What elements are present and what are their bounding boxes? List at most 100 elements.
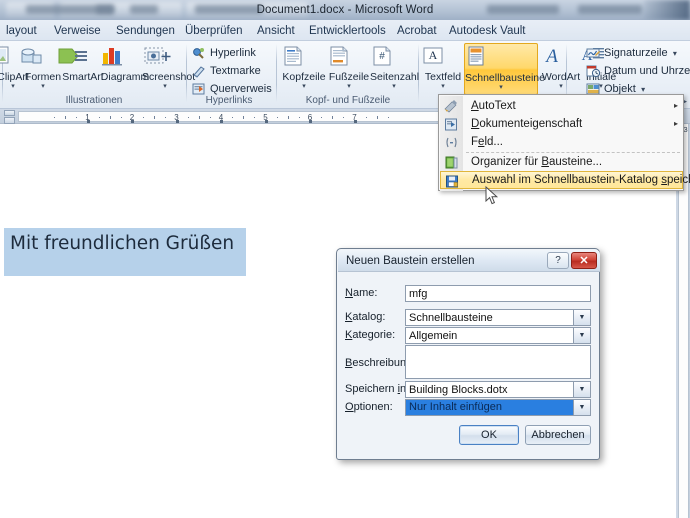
datetime-icon xyxy=(586,64,600,78)
ribbon-button-label: Datum und Uhrzeit xyxy=(604,65,690,77)
autotext-icon xyxy=(444,99,459,114)
browser-chrome-strip: Document1.docx - Microsoft Word xyxy=(0,0,690,20)
ribbon-button-signaturzeile[interactable]: Signaturzeile ▾ xyxy=(586,45,677,61)
ribbon-tab--berpr-fen[interactable]: Überprüfen xyxy=(179,20,249,41)
ribbon-button-label: Hyperlink xyxy=(210,47,256,59)
ruler-tab-stop[interactable] xyxy=(175,120,179,123)
ruler-tick xyxy=(276,117,278,118)
ruler-tick xyxy=(254,117,256,118)
name-input[interactable]: mfg xyxy=(405,285,591,302)
cancel-button[interactable]: Abbrechen xyxy=(525,425,591,445)
close-icon[interactable]: ✕ xyxy=(571,252,597,269)
indent-marker-bottom[interactable] xyxy=(4,117,15,124)
hyperlink-icon xyxy=(192,46,206,60)
help-icon[interactable]: ? xyxy=(547,252,569,269)
ruler-tick xyxy=(332,116,334,119)
chevron-down-icon: ▾ xyxy=(392,83,396,90)
ribbon-button-datum-uhrzeit[interactable]: Datum und Uhrzeit xyxy=(586,63,690,79)
menu-item-dokumenteigenschaft[interactable]: Dokumenteigenschaft ▸ xyxy=(440,115,684,133)
group-label-kopf-fusszeile: Kopf- und Fußzeile xyxy=(305,95,391,106)
menu-item-feld[interactable]: Feld... xyxy=(440,133,684,151)
docproperty-icon xyxy=(444,117,459,132)
ribbon-button-textfeld[interactable]: A Textfeld ▾ xyxy=(421,43,465,95)
ribbon-tab-ansicht[interactable]: Ansicht xyxy=(251,20,301,41)
quickparts-icon xyxy=(465,45,537,73)
kategorie-combo-value[interactable]: Allgemein xyxy=(405,327,574,344)
ruler-tick xyxy=(287,116,289,119)
crossreference-icon xyxy=(192,82,206,96)
chevron-down-icon: ▾ xyxy=(163,83,167,90)
optionen-combo-arrow[interactable]: ▼ xyxy=(574,399,591,416)
bookmark-icon xyxy=(192,64,206,78)
ruler-tick xyxy=(187,117,189,118)
ruler-tick xyxy=(365,117,367,118)
optionen-combo[interactable]: Nur Inhalt einfügen xyxy=(405,399,574,416)
ribbon-tab-bar: layout Verweise Sendungen Überprüfen Ansicht… xyxy=(0,20,690,41)
ribbon-tab-autodesk-vault[interactable]: Autodesk Vault xyxy=(443,20,532,41)
field-label-katalog: Katalog: xyxy=(345,311,386,323)
chevron-down-icon: ▾ xyxy=(638,85,646,94)
ribbon-button-label: Screenshot xyxy=(142,71,196,83)
ribbon-tab-verweise[interactable]: Verweise xyxy=(48,20,107,41)
ribbon-button-schnellbausteine[interactable]: Schnellbausteine ▾ xyxy=(464,43,545,95)
quickparts-dropdown-menu[interactable]: AutoText ▸ Dokumenteigenschaft ▸ Feld... xyxy=(438,94,690,191)
ribbon-button-kopfzeile[interactable]: Kopfzeile ▾ xyxy=(281,43,327,95)
ruler-tick xyxy=(76,117,78,118)
katalog-combo-value[interactable]: Schnellbausteine xyxy=(405,309,574,326)
indent-marker-top[interactable] xyxy=(4,110,15,116)
ruler-tick xyxy=(232,117,234,118)
group-label-hyperlinks: Hyperlinks xyxy=(205,95,253,106)
ribbon-button-seitenzahl[interactable]: # Seitenzahl ▾ xyxy=(370,43,420,95)
field-label-kategorie: Kategorie: xyxy=(345,329,396,341)
field-label-speichern-in: Speichern in: xyxy=(345,383,409,395)
menu-item-organizer[interactable]: Organizer für Bausteine... xyxy=(440,153,684,171)
ruler-tick xyxy=(65,116,67,119)
ruler-tab-stop[interactable] xyxy=(220,120,223,123)
ruler-tab-stop[interactable] xyxy=(86,120,90,123)
ruler-tick xyxy=(343,117,345,118)
kategorie-combo-arrow[interactable]: ▼ xyxy=(574,327,591,344)
chevron-down-icon: ▾ xyxy=(499,84,503,91)
ruler-tick xyxy=(165,117,167,118)
save-selection-icon xyxy=(445,174,460,189)
svg-text:A: A xyxy=(544,46,558,67)
speichern-in-combo-value[interactable]: Building Blocks.dotx xyxy=(405,381,574,398)
menu-item-auswahl-speichern[interactable]: Auswahl im Schnellbaustein-Katalog speic… xyxy=(440,171,690,189)
field-label-optionen: Optionen: xyxy=(345,401,393,413)
header-icon xyxy=(281,44,327,72)
dialog-title-bar[interactable]: Neuen Baustein erstellen ? ✕ xyxy=(338,250,600,272)
katalog-combo-arrow[interactable]: ▼ xyxy=(574,309,591,326)
ribbon-button-fusszeile[interactable]: Fußzeile ▾ xyxy=(327,43,371,95)
ribbon-button-screenshot[interactable]: Screenshot ▾ xyxy=(142,43,196,95)
menu-item-label: AutoText xyxy=(471,100,516,112)
ribbon-button-hyperlink[interactable]: Hyperlink xyxy=(192,45,256,61)
ribbon-tab-sendungen[interactable]: Sendungen xyxy=(110,20,181,41)
create-building-block-dialog[interactable]: Neuen Baustein erstellen ? ✕ Name: mfg K… xyxy=(336,248,600,460)
ribbon-tab-entwicklertools[interactable]: Entwicklertools xyxy=(303,20,392,41)
textbox-icon: A xyxy=(421,44,465,72)
ruler-tab-stop[interactable] xyxy=(353,120,357,123)
ribbon-button-label: Schnellbausteine xyxy=(465,72,545,84)
ribbon-tab-acrobat[interactable]: Acrobat xyxy=(391,20,443,41)
menu-item-label: Auswahl im Schnellbaustein-Katalog speic… xyxy=(472,174,690,186)
selected-paragraph[interactable]: Mit freundlichen Grüßen xyxy=(4,228,246,276)
ribbon-tab-layout[interactable]: layout xyxy=(0,20,43,41)
ruler-tab-stop[interactable] xyxy=(309,120,312,123)
ruler-tick xyxy=(198,116,200,119)
speichern-in-combo-arrow[interactable]: ▼ xyxy=(574,381,591,398)
ribbon-button-label: Signaturzeile xyxy=(604,47,668,59)
pagenumber-icon: # xyxy=(370,44,418,72)
beschreibung-textarea[interactable] xyxy=(405,345,591,379)
chevron-down-icon: ▾ xyxy=(441,83,445,90)
ribbon-button-wordart[interactable]: A WordArt ▾ xyxy=(540,43,582,95)
ok-button[interactable]: OK xyxy=(459,425,519,445)
menu-item-autotext[interactable]: AutoText ▸ xyxy=(440,97,684,115)
menu-item-label: Organizer für Bausteine... xyxy=(471,156,603,168)
window-title: Document1.docx - Microsoft Word xyxy=(256,4,434,16)
ribbon-button-label: Seitenzahl xyxy=(370,71,420,83)
ribbon-button-textmarke[interactable]: Textmarke xyxy=(192,63,261,79)
submenu-arrow-icon: ▸ xyxy=(673,119,678,128)
ruler-tab-stop[interactable] xyxy=(264,120,268,123)
chevron-down-icon: ▾ xyxy=(670,49,677,58)
ruler-tab-stop[interactable] xyxy=(131,120,134,123)
